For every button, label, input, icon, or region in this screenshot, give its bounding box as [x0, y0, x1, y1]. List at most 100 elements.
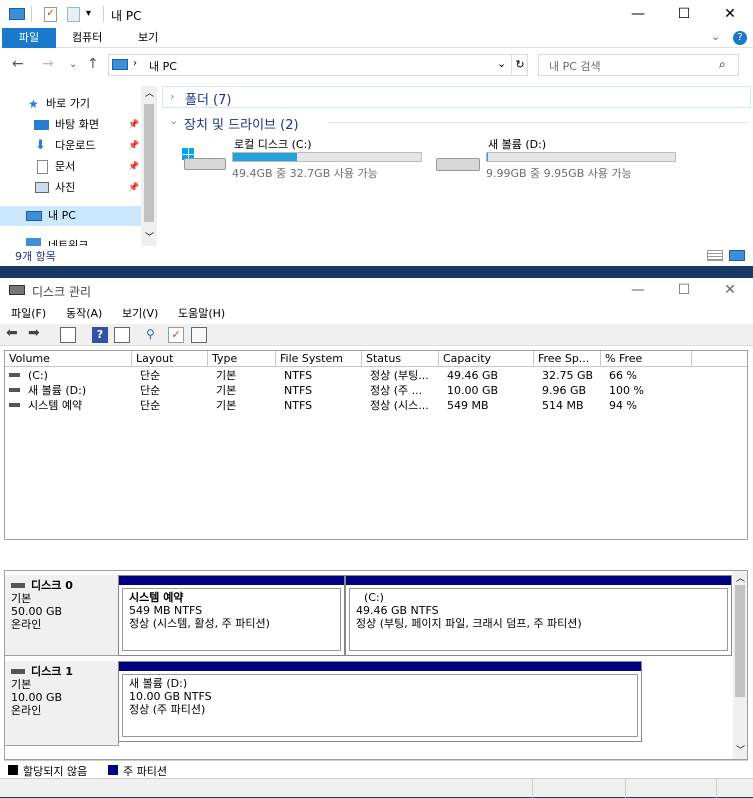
free-space-cell: 32.75 GB — [542, 369, 594, 382]
search-input[interactable]: 내 PC 검색 — [549, 58, 601, 74]
column-header[interactable]: % Free — [601, 351, 692, 367]
tab-computer[interactable]: 컴퓨터 — [60, 28, 114, 48]
computer-icon — [9, 8, 25, 20]
tab-view[interactable]: 보기 — [126, 28, 170, 48]
breadcrumb-separator-icon: › — [133, 58, 137, 69]
table-row[interactable]: (C:) 단순 기본 NTFS 정상 (부팅... 49.46 GB 32.75… — [5, 368, 747, 383]
drive-tile-d[interactable]: 새 볼륨 (D:) 9.99GB 중 9.95GB 사용 가능 — [432, 134, 682, 182]
drive-tile-c[interactable]: 로컬 디스크 (C:) 49.4GB 중 32.7GB 사용 가능 — [178, 134, 428, 182]
column-header[interactable]: Type — [208, 351, 276, 367]
partition-c[interactable]: (C:) 49.46 GB NTFS 정상 (부팅, 페이지 파일, 크래시 덤… — [345, 575, 732, 656]
disk-1-header[interactable]: 디스크 1 기본 10.00 GB 온라인 — [5, 661, 119, 746]
menu-view[interactable]: 보기(V) — [122, 305, 158, 321]
close-button[interactable]: ✕ — [707, 278, 753, 302]
properties-icon[interactable]: ✓ — [44, 7, 57, 22]
sidebar-item-pictures[interactable]: 사진 📌 — [0, 178, 141, 198]
sidebar-scrollbar[interactable]: ︿ ﹀ — [141, 86, 157, 246]
tab-file[interactable]: 파일 — [2, 28, 56, 48]
sidebar-item-label: 문서 — [55, 160, 76, 173]
forward-arrow-icon[interactable]: ➡ — [28, 325, 44, 341]
check-icon[interactable]: ✓ — [168, 327, 184, 343]
legend-swatch-primary — [108, 765, 118, 775]
menu-action[interactable]: 동작(A) — [66, 305, 102, 321]
disk-state: 온라인 — [11, 618, 42, 631]
status-bar — [0, 778, 753, 798]
details-view-icon[interactable] — [707, 250, 723, 261]
address-dropdown-icon[interactable]: ⌄ — [497, 57, 506, 70]
action-pane-icon[interactable] — [114, 327, 130, 343]
column-header[interactable]: Status — [362, 351, 439, 367]
sidebar-item-quick-access[interactable]: ★ 바로 가기 — [0, 94, 141, 114]
properties-icon[interactable] — [191, 327, 207, 343]
menu-help[interactable]: 도움말(H) — [178, 305, 225, 321]
column-header[interactable]: Volume — [5, 351, 132, 367]
column-header[interactable]: Layout — [132, 351, 208, 367]
pin-icon[interactable]: 📌 — [128, 115, 139, 135]
help-icon[interactable]: ? — [92, 327, 108, 343]
column-header[interactable]: Capacity — [439, 351, 534, 367]
pin-icon[interactable]: 📌 — [128, 178, 139, 198]
scroll-down-icon[interactable]: ﹀ — [145, 230, 154, 243]
legend: 할당되지 않음 주 파티션 — [4, 760, 748, 778]
filesystem-cell: NTFS — [284, 399, 313, 412]
partition-d[interactable]: 새 볼륨 (D:) 10.00 GB NTFS 정상 (주 파티션) — [118, 661, 642, 742]
sidebar-item-documents[interactable]: 문서 📌 — [0, 157, 141, 177]
back-arrow-icon[interactable]: ⬅ — [6, 325, 22, 341]
drive-icon — [9, 373, 20, 377]
column-header[interactable]: File System — [276, 351, 362, 367]
search-box[interactable]: 내 PC 검색 ⌕ — [538, 54, 739, 76]
maximize-button[interactable]: ☐ — [661, 278, 707, 302]
breadcrumb[interactable]: 내 PC — [149, 58, 177, 74]
disk-0-header[interactable]: 디스크 0 기본 50.00 GB 온라인 — [5, 575, 119, 656]
computer-icon — [112, 59, 128, 70]
scroll-up-icon[interactable]: ︿ — [736, 571, 745, 584]
status-bar: 9개 항목 — [0, 246, 753, 266]
disk-icon — [11, 669, 25, 674]
search-icon[interactable]: ⌕ — [719, 57, 726, 72]
sidebar-item-desktop[interactable]: 바탕 화면 📌 — [0, 115, 141, 135]
console-tree-icon[interactable] — [60, 327, 76, 343]
group-devices[interactable]: ⌄ 장치 및 드라이브 (2) — [162, 112, 751, 134]
disk-view-scrollbar[interactable]: ︿ ﹀ — [733, 571, 747, 759]
capacity-cell: 10.00 GB — [447, 384, 499, 397]
scroll-up-icon[interactable]: ︿ — [145, 86, 154, 99]
sidebar-item-this-pc[interactable]: 내 PC — [0, 206, 141, 226]
download-icon: ⬇ — [35, 138, 46, 153]
table-row[interactable]: 새 볼륨 (D:) 단순 기본 NTFS 정상 (주 ... 10.00 GB … — [5, 383, 747, 398]
back-arrow-icon[interactable]: ← — [12, 56, 24, 72]
group-folders[interactable]: › 폴더 (7) — [162, 86, 751, 108]
sidebar-item-network[interactable]: 네트워크 — [0, 232, 141, 246]
address-bar[interactable]: › 내 PC ⌄ ↻ — [108, 54, 528, 76]
close-button[interactable]: ✕ — [707, 0, 753, 28]
menu-file[interactable]: 파일(F) — [11, 305, 46, 321]
minimize-button[interactable]: — — [615, 0, 661, 28]
quick-access-dropdown-icon[interactable]: ▾ — [86, 8, 91, 19]
disk-name: 디스크 0 — [31, 579, 73, 592]
scroll-thumb[interactable] — [144, 104, 154, 222]
refresh-icon[interactable]: ↻ — [511, 55, 528, 75]
forward-arrow-icon[interactable]: → — [42, 56, 54, 72]
windows-drive-icon — [182, 148, 226, 170]
partition-system-reserved[interactable]: 시스템 예약 549 MB NTFS 정상 (시스템, 활성, 주 파티션) — [118, 575, 345, 656]
sidebar-item-downloads[interactable]: ⬇ 다운로드 📌 — [0, 136, 141, 156]
connect-icon[interactable]: ⚲ — [146, 327, 162, 343]
help-icon[interactable]: ? — [733, 31, 747, 45]
large-icons-view-icon[interactable] — [729, 250, 745, 261]
column-header[interactable]: Free Sp... — [534, 351, 601, 367]
scroll-thumb[interactable] — [735, 585, 745, 697]
scroll-down-icon[interactable]: ﹀ — [736, 743, 745, 756]
pin-icon[interactable]: 📌 — [128, 157, 139, 177]
partition-name: (C:) — [364, 591, 384, 604]
group-devices-label: 장치 및 드라이브 (2) — [184, 118, 299, 133]
drive-usage-fill — [487, 153, 488, 161]
content-pane: › 폴더 (7) ⌄ 장치 및 드라이브 (2) 로컬 디스크 (C:) 49.… — [160, 84, 753, 246]
minimize-button[interactable]: — — [615, 278, 661, 302]
maximize-button[interactable]: ☐ — [661, 0, 707, 28]
recent-dropdown-icon[interactable]: ⌄ — [69, 59, 77, 70]
up-arrow-icon[interactable]: ↑ — [87, 56, 99, 72]
table-row[interactable]: 시스템 예약 단순 기본 NTFS 정상 (시스... 549 MB 514 M… — [5, 398, 747, 413]
ribbon-expand-icon[interactable]: ⌄ — [711, 30, 720, 43]
pin-icon[interactable]: 📌 — [128, 136, 139, 156]
new-folder-icon[interactable] — [67, 7, 80, 22]
partition-size: 549 MB NTFS — [129, 604, 203, 617]
